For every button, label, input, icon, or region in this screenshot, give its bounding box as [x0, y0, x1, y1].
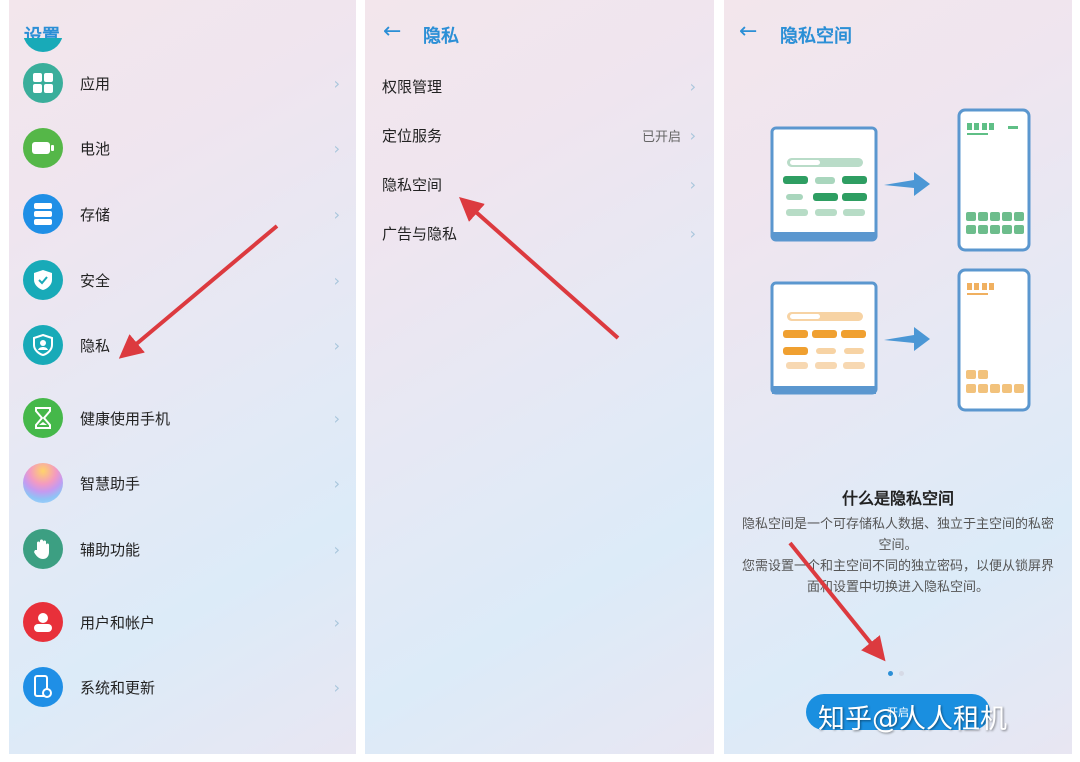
chevron-right-icon: › — [333, 473, 340, 493]
hourglass-icon — [23, 398, 63, 438]
back-arrow-icon[interactable]: ← — [383, 20, 401, 44]
settings-item[interactable]: 系统和更新 › — [9, 659, 356, 715]
chevron-right-icon: › — [333, 539, 340, 559]
arrow-right-icon — [884, 172, 930, 196]
privacy-item[interactable]: 广告与隐私 › — [365, 213, 714, 253]
hand-icon — [23, 529, 63, 569]
watermark: 知乎@人人租机 — [818, 704, 1007, 735]
apps-grid-icon — [23, 63, 63, 103]
user-icon — [23, 602, 63, 642]
privacy-item-label: 权限管理 — [382, 77, 443, 96]
settings-item-label: 隐私 — [80, 336, 111, 355]
settings-item-label: 健康使用手机 — [80, 409, 171, 428]
chevron-right-icon: › — [333, 612, 340, 632]
privacy-panel: ← 隐私 权限管理 › 定位服务 已开启 › 隐私空间 › 广告与隐私 › — [365, 0, 714, 754]
privacy-item-label: 定位服务 — [382, 126, 443, 145]
settings-item-label: 电池 — [80, 139, 111, 158]
battery-icon — [23, 128, 63, 168]
privacy-item-label: 广告与隐私 — [382, 224, 458, 243]
settings-item[interactable]: 隐私 › — [9, 317, 356, 373]
page-dot — [899, 671, 904, 676]
main-space-phone-icon — [957, 108, 1031, 252]
chevron-right-icon: › — [689, 125, 696, 145]
chevron-right-icon: › — [333, 408, 340, 428]
settings-item-label: 系统和更新 — [80, 678, 156, 697]
chevron-right-icon: › — [689, 223, 696, 243]
settings-item[interactable]: 健康使用手机 › — [9, 390, 356, 446]
arrow-right-icon — [884, 327, 930, 351]
settings-item-label: 应用 — [80, 74, 111, 93]
page-dot-active — [888, 671, 893, 676]
info-line-1: 隐私空间是一个可存储私人数据、独立于主空间的私密空间。 — [741, 517, 1054, 553]
private-space-card-icon — [770, 281, 878, 395]
settings-item[interactable]: 辅助功能 › — [9, 521, 356, 577]
private-space-panel: ← 隐私空间 什么是隐私空间 隐私空间是一个可存储私人数据、独立于主空间的私密空… — [724, 0, 1072, 754]
settings-item-label: 存储 — [80, 205, 111, 224]
info-description: 隐私空间是一个可存储私人数据、独立于主空间的私密空间。 您需设置一个和主空间不同… — [738, 514, 1058, 598]
privacy-shield-icon — [23, 325, 63, 365]
settings-item-label: 用户和帐户 — [80, 613, 156, 632]
info-line-2: 您需设置一个和主空间不同的独立密码，以便从锁屏界面和设置中切换进入隐私空间。 — [741, 559, 1054, 595]
chevron-right-icon: › — [689, 174, 696, 194]
privacy-item[interactable]: 权限管理 › — [365, 66, 714, 106]
chevron-right-icon: › — [333, 270, 340, 290]
assistant-orb-icon — [23, 463, 63, 503]
private-space-illustration — [770, 108, 1031, 412]
info-title: 什么是隐私空间 — [841, 489, 954, 508]
privacy-item-label: 隐私空间 — [382, 175, 443, 194]
private-space-phone-icon — [957, 268, 1031, 412]
settings-item-label: 安全 — [80, 271, 111, 290]
settings-item[interactable]: 安全 › — [9, 252, 356, 308]
storage-icon — [23, 194, 63, 234]
settings-item[interactable]: 用户和帐户 › — [9, 594, 356, 650]
privacy-item-status: 已开启 — [641, 129, 681, 145]
page-indicator — [888, 671, 904, 676]
settings-item[interactable]: 智慧助手 › — [9, 455, 356, 511]
settings-item[interactable]: 电池 › — [9, 120, 356, 176]
phone-gear-icon — [23, 667, 63, 707]
chevron-right-icon: › — [333, 677, 340, 697]
settings-item-label: 辅助功能 — [80, 540, 141, 559]
settings-item[interactable]: 存储 › — [9, 186, 356, 242]
shield-check-icon — [23, 260, 63, 300]
chevron-right-icon: › — [333, 335, 340, 355]
chevron-right-icon: › — [333, 73, 340, 93]
settings-item[interactable]: 应用 › — [9, 55, 356, 111]
chevron-right-icon: › — [689, 76, 696, 96]
privacy-item[interactable]: 隐私空间 › — [365, 164, 714, 204]
privacy-item[interactable]: 定位服务 已开启 › — [365, 115, 714, 155]
chevron-right-icon: › — [333, 204, 340, 224]
settings-panel: 设置 应用 › 电池 › 存储 › 安全 › 隐私 › 健康使用手机 › 智慧助手 › 辅助功能 › 用户和帐户… — [9, 0, 356, 754]
settings-item-label: 智慧助手 — [80, 474, 141, 493]
page-title: 隐私 — [423, 26, 459, 47]
chevron-right-icon: › — [333, 138, 340, 158]
main-space-card-icon — [770, 126, 878, 242]
